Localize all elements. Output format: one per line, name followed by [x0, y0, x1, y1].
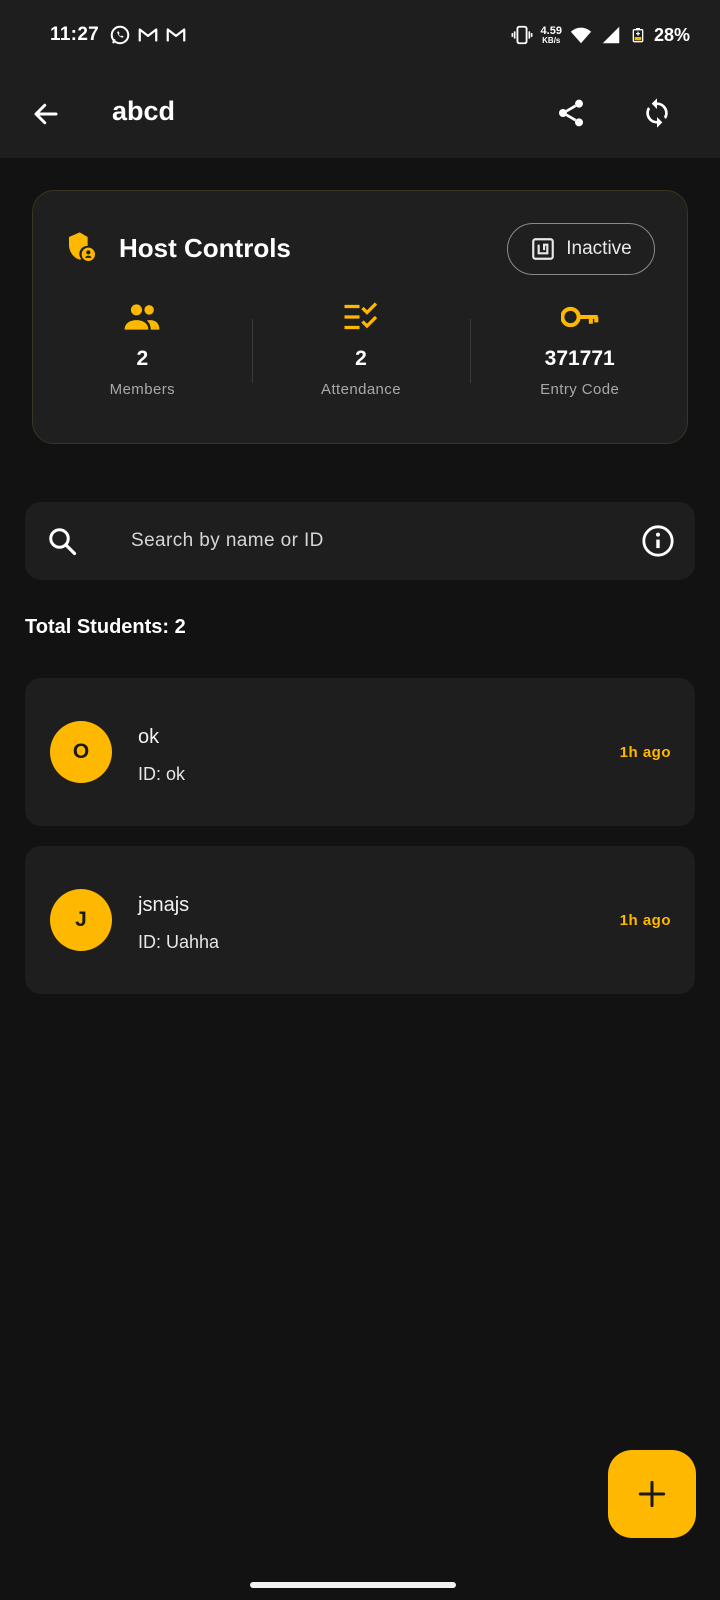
whatsapp-icon [110, 25, 130, 45]
student-id: ID: Uahha [138, 932, 220, 952]
stat-attendance: 2 Attendance [251, 301, 471, 411]
status-bar: 11:27 4.59 KB/s 28% [0, 0, 720, 70]
signal-icon [602, 26, 620, 44]
people-icon [124, 304, 160, 330]
avatar: J [50, 889, 112, 951]
home-indicator[interactable] [250, 1582, 456, 1588]
plus-icon [638, 1480, 666, 1508]
share-icon [559, 99, 583, 127]
app-bar: abcd [0, 70, 720, 158]
gmail-icon [166, 28, 186, 42]
stat-value: 2 [136, 347, 149, 370]
nfc-icon [532, 238, 555, 260]
key-icon [560, 306, 598, 328]
search-input[interactable] [107, 520, 627, 562]
page-title: abcd [112, 96, 176, 126]
session-status-label: Inactive [566, 238, 632, 259]
student-name: ok [138, 726, 160, 748]
search-bar [25, 502, 695, 580]
student-timestamp: 1h ago [619, 912, 671, 929]
student-name: jsnajs [138, 894, 190, 916]
net-speed-unit: KB/s [542, 35, 561, 45]
status-time: 11:27 [50, 24, 100, 45]
student-list-item[interactable]: J jsnajs ID: Uahha 1h ago [25, 846, 695, 994]
battery-percent: 28% [653, 24, 690, 45]
stat-label: Entry Code [540, 381, 620, 398]
student-list-item[interactable]: O ok ID: ok 1h ago [25, 678, 695, 826]
checklist-icon [344, 302, 378, 330]
sync-button[interactable] [636, 92, 678, 134]
stat-entry-code: 371771 Entry Code [470, 301, 689, 411]
search-icon [49, 528, 77, 556]
net-speed: 4.59 KB/s [540, 24, 562, 45]
add-student-button[interactable] [608, 1450, 696, 1538]
host-controls-card: Host Controls Inactive 2 Members 2 Atten… [32, 190, 688, 444]
stat-value: 371771 [544, 347, 615, 370]
student-timestamp: 1h ago [619, 744, 671, 761]
sync-icon [646, 98, 668, 128]
admin-shield-icon [69, 232, 95, 261]
host-stats: 2 Members 2 Attendance 371771 Entry Code [33, 301, 689, 411]
student-id: ID: ok [138, 764, 186, 784]
back-button[interactable] [26, 94, 66, 134]
stat-value: 2 [355, 347, 367, 370]
vibrate-icon [511, 25, 532, 45]
arrow-back-icon [34, 103, 58, 125]
status-left: 11:27 [50, 24, 187, 46]
wifi-icon [570, 27, 592, 44]
stat-label: Members [109, 381, 175, 398]
status-right: 4.59 KB/s 28% [511, 24, 690, 46]
gmail-icon [138, 28, 158, 42]
session-status-toggle[interactable]: Inactive [507, 223, 655, 275]
info-icon[interactable] [641, 524, 675, 558]
host-controls-title: Host Controls [119, 233, 291, 263]
total-students-label: Total Students: 2 [25, 616, 186, 638]
stat-label: Attendance [321, 381, 401, 398]
battery-icon [632, 28, 644, 43]
share-button[interactable] [550, 92, 592, 134]
stat-members: 2 Members [33, 301, 252, 411]
net-speed-value: 4.59 [540, 24, 562, 37]
avatar: O [50, 721, 112, 783]
